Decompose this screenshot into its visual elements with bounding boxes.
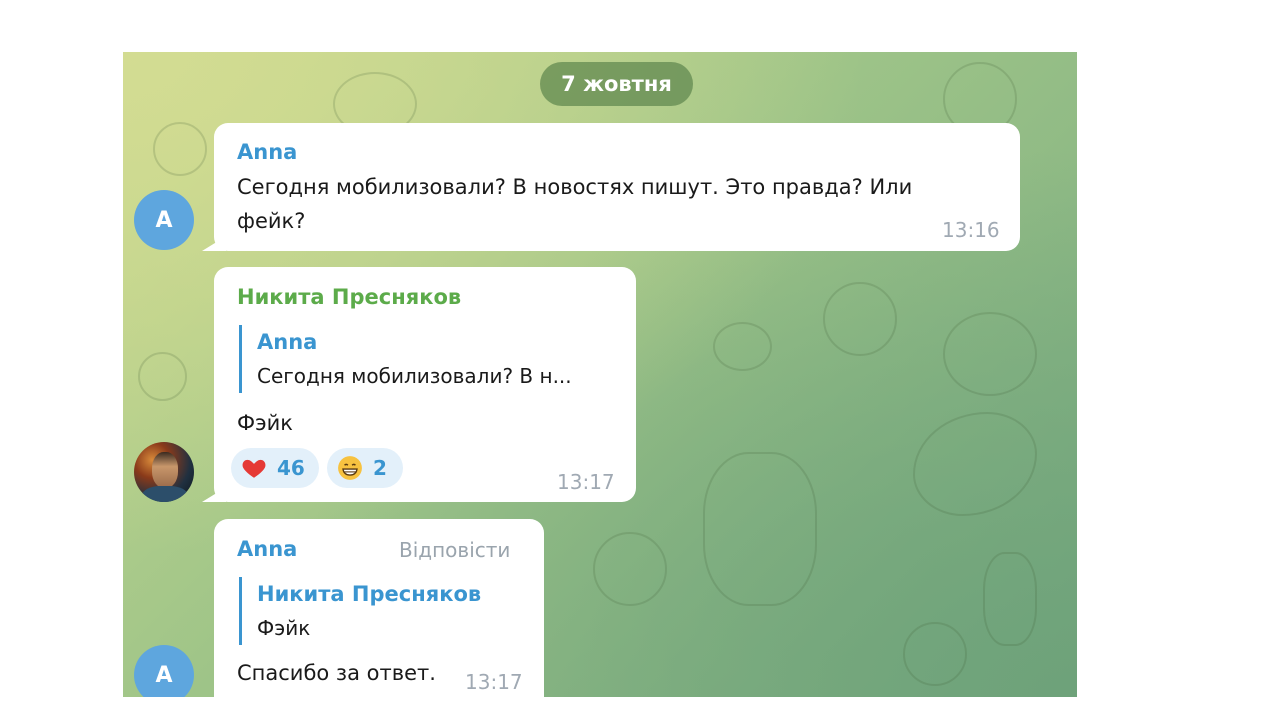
chat-area[interactable]: 7 жовтня A Anna Сегодня мобилизовали? В … xyxy=(123,52,1077,697)
wallpaper-doodle xyxy=(713,322,772,371)
reaction-grin[interactable]: 2 xyxy=(327,448,403,488)
reaction-count: 2 xyxy=(373,456,387,480)
bubble-tail xyxy=(202,484,226,502)
bubble-tail xyxy=(202,233,226,251)
avatar-letter: A xyxy=(155,207,173,233)
reply-quote[interactable]: Никита Пресняков Фэйк xyxy=(239,577,481,645)
reply-quote-name: Anna xyxy=(257,330,318,354)
message-text: Фэйк xyxy=(237,411,293,435)
reply-quote-name: Никита Пресняков xyxy=(257,582,482,606)
wallpaper-doodle xyxy=(593,532,667,606)
sender-name[interactable]: Anna xyxy=(237,140,297,164)
wallpaper-doodle xyxy=(943,312,1037,396)
wallpaper-doodle xyxy=(823,282,897,356)
reply-quote-text: Фэйк xyxy=(257,616,311,640)
message-time: 13:16 xyxy=(942,218,1000,242)
wallpaper-doodle xyxy=(913,412,1037,516)
sender-name[interactable]: Никита Пресняков xyxy=(237,285,461,309)
wallpaper-doodle xyxy=(983,552,1037,646)
message-text-line: фейк? xyxy=(237,209,306,233)
wallpaper-doodle xyxy=(153,122,207,176)
avatar-face xyxy=(152,452,178,488)
message-bubble[interactable]: Anna Відповісти Никита Пресняков Фэйк Сп… xyxy=(214,519,544,697)
message-text: Спасибо за ответ. xyxy=(237,661,436,685)
reply-button[interactable]: Відповісти xyxy=(399,538,510,562)
reaction-heart[interactable]: 46 xyxy=(231,448,319,488)
avatar[interactable] xyxy=(134,442,194,502)
reply-quote[interactable]: Anna Сегодня мобилизовали? В н... xyxy=(239,325,572,393)
message-time: 13:17 xyxy=(557,470,615,494)
wallpaper-doodle xyxy=(703,452,817,606)
message-text-line: Сегодня мобилизовали? В новостях пишут. … xyxy=(237,175,913,199)
message-bubble[interactable]: Anna Сегодня мобилизовали? В новостях пи… xyxy=(202,123,1020,251)
sender-name[interactable]: Anna xyxy=(237,537,297,561)
avatar-shirt xyxy=(142,486,188,502)
wallpaper-doodle xyxy=(138,352,187,401)
avatar[interactable]: A xyxy=(134,645,194,697)
avatar[interactable]: A xyxy=(134,190,194,250)
grin-emoji-icon xyxy=(338,456,362,480)
reaction-count: 46 xyxy=(277,456,305,480)
message-bubble[interactable]: Никита Пресняков Anna Сегодня мобилизова… xyxy=(202,267,636,502)
date-separator: 7 жовтня xyxy=(540,62,693,106)
reply-quote-text: Сегодня мобилизовали? В н... xyxy=(257,364,572,388)
avatar-letter: A xyxy=(155,662,173,688)
heart-icon xyxy=(242,459,266,478)
wallpaper-doodle xyxy=(903,622,967,686)
message-time: 13:17 xyxy=(465,670,523,694)
